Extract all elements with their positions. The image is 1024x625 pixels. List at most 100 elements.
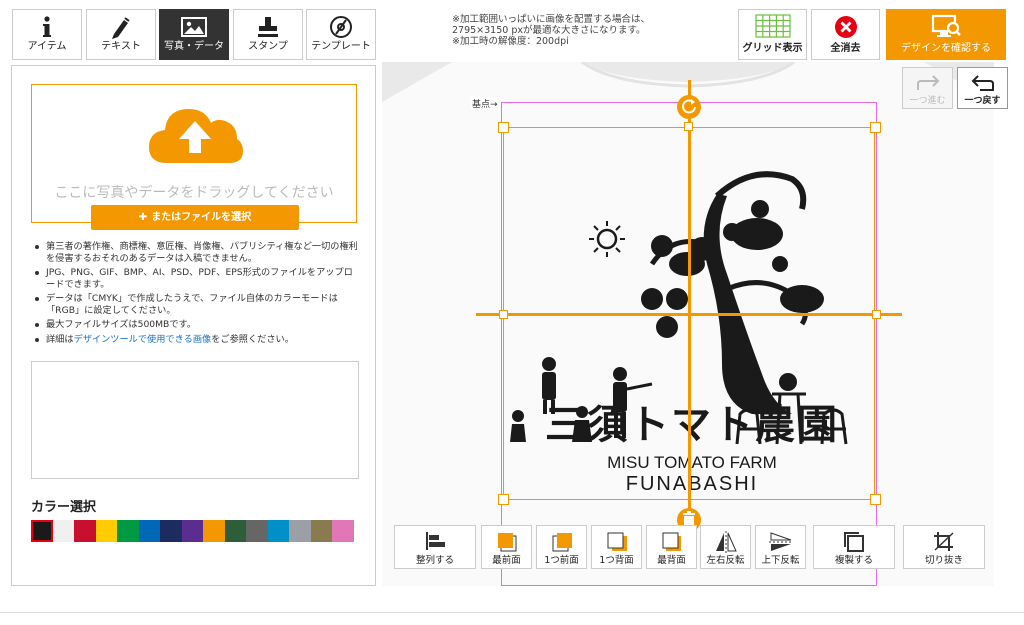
tab-item[interactable]: アイテム xyxy=(12,9,82,60)
drop-text: ここに写真やデータをドラッグしてください xyxy=(54,185,334,201)
stamp-icon xyxy=(234,10,302,40)
grid-toggle-button[interactable]: グリッド表示 xyxy=(738,9,807,60)
grid-icon xyxy=(739,10,806,42)
color-swatch[interactable] xyxy=(138,520,160,542)
color-swatch[interactable] xyxy=(95,520,117,542)
resize-handle[interactable] xyxy=(870,122,881,133)
color-swatch[interactable] xyxy=(160,520,182,542)
color-swatch[interactable] xyxy=(52,520,74,542)
tab-text-label: テキスト xyxy=(101,41,141,52)
color-swatch[interactable] xyxy=(267,520,289,542)
color-swatch[interactable] xyxy=(31,520,53,542)
bring-forward-button[interactable]: 1つ前面 xyxy=(536,525,587,569)
align-button[interactable]: 整列する xyxy=(394,525,476,569)
cloud-upload-icon xyxy=(145,99,245,173)
select-file-button[interactable]: ✚ またはファイルを選択 xyxy=(91,205,299,230)
flip-horizontal-label: 左右反転 xyxy=(706,555,745,566)
list-item: 最大ファイルサイズは500MBです。 xyxy=(32,319,362,331)
send-backward-label: 1つ背面 xyxy=(599,555,634,566)
redo-label: 一つ進む xyxy=(909,96,946,106)
bring-front-label: 最前面 xyxy=(492,555,521,566)
note-prefix: 詳細は xyxy=(46,333,74,345)
list-item: JPG、PNG、GIF、BMP、AI、PSD、PDF、EPS形式のファイルをアッ… xyxy=(32,267,362,290)
color-swatch[interactable] xyxy=(246,520,268,542)
undo-label: 一つ戻す xyxy=(964,96,1001,106)
clear-all-button[interactable]: 全消去 xyxy=(811,9,880,60)
resize-handle[interactable] xyxy=(684,122,693,131)
color-swatch[interactable] xyxy=(181,520,203,542)
color-swatch[interactable] xyxy=(310,520,332,542)
center-line-vertical xyxy=(688,80,691,530)
template-icon xyxy=(307,10,375,40)
tab-stamp-label: スタンプ xyxy=(248,41,288,52)
crop-label: 切り抜き xyxy=(924,555,963,566)
color-swatch[interactable] xyxy=(117,520,139,542)
tab-template[interactable]: テンプレート xyxy=(306,9,376,60)
upload-notes: 第三者の著作権、商標権、意匠権、肖像権、パブリシティ権など一切の権利を侵害するお… xyxy=(32,241,362,348)
design-canvas[interactable]: 三須トマト農園 MISU TOMATO FARM FUNABASHI xyxy=(382,62,994,586)
confirm-design-label: デザインを確認する xyxy=(901,43,991,54)
rotate-icon xyxy=(682,99,696,114)
color-swatch[interactable] xyxy=(203,520,225,542)
basepoint-label: 基点→ xyxy=(470,97,500,110)
bring-front-button[interactable]: 最前面 xyxy=(481,525,532,569)
tab-text[interactable]: テキスト xyxy=(86,9,156,60)
resize-handle[interactable] xyxy=(499,310,508,319)
redo-icon xyxy=(903,68,952,96)
color-swatches xyxy=(31,520,354,542)
footer-divider xyxy=(0,612,1024,613)
list-item: 第三者の著作権、商標権、意匠権、肖像権、パブリシティ権など一切の権利を侵害するお… xyxy=(32,241,362,264)
resize-handle[interactable] xyxy=(498,122,509,133)
rotate-handle[interactable] xyxy=(677,95,701,119)
list-item: データは「CMYK」で作成したうえで、ファイル自体のカラーモードは「RGB」に設… xyxy=(32,293,362,316)
photo-dropzone[interactable]: ここに写真やデータをドラッグしてください ✚ またはファイルを選択 xyxy=(31,84,357,230)
upload-panel: ここに写真やデータをドラッグしてください ✚ またはファイルを選択 第三者の著作権… xyxy=(11,65,376,586)
uploaded-files-box[interactable] xyxy=(31,361,359,479)
color-swatch[interactable] xyxy=(289,520,311,542)
info-icon xyxy=(13,10,81,40)
close-icon xyxy=(812,10,879,42)
resize-handle[interactable] xyxy=(872,310,881,319)
tab-photo-data[interactable]: 写真・データ xyxy=(159,9,229,60)
undo-icon xyxy=(958,68,1007,96)
resolution-notes: ※加工範囲いっぱいに画像を配置する場合は、 2795×3150 pxが最適な大き… xyxy=(452,14,722,47)
clear-all-label: 全消去 xyxy=(830,43,861,54)
usable-images-link[interactable]: デザインツールで使用できる画像 xyxy=(74,334,212,345)
grid-toggle-label: グリッド表示 xyxy=(742,43,803,54)
color-select-title: カラー選択 xyxy=(31,500,97,515)
pen-icon xyxy=(87,10,155,40)
center-line-horizontal xyxy=(476,313,902,316)
resize-handle[interactable] xyxy=(498,494,509,505)
align-label: 整列する xyxy=(415,555,454,566)
resize-handle[interactable] xyxy=(870,494,881,505)
duplicate-button[interactable]: 複製する xyxy=(813,525,895,569)
redo-button[interactable]: 一つ進む xyxy=(902,67,953,109)
crop-button[interactable]: 切り抜き xyxy=(903,525,985,569)
confirm-design-button[interactable]: デザインを確認する xyxy=(886,9,1006,60)
note-suffix: をご参照ください。 xyxy=(211,333,294,345)
note-line: ※加工時の解像度：200dpi xyxy=(452,36,569,47)
flip-vertical-label: 上下反転 xyxy=(761,555,800,566)
duplicate-label: 複製する xyxy=(834,555,873,566)
bring-forward-label: 1つ前面 xyxy=(544,555,579,566)
send-backward-button[interactable]: 1つ背面 xyxy=(591,525,642,569)
color-swatch[interactable] xyxy=(74,520,96,542)
note-line: ※加工範囲いっぱいに画像を配置する場合は、 xyxy=(452,14,650,25)
list-item: 詳細はデザインツールで使用できる画像をご参照ください。 xyxy=(32,334,362,346)
note-line: 2795×3150 pxが最適な大きさになります。 xyxy=(452,25,646,36)
send-back-button[interactable]: 最背面 xyxy=(646,525,697,569)
flip-vertical-button[interactable]: 上下反転 xyxy=(755,525,806,569)
color-swatch[interactable] xyxy=(332,520,354,542)
undo-button[interactable]: 一つ戻す xyxy=(957,67,1008,109)
tab-stamp[interactable]: スタンプ xyxy=(233,9,303,60)
monitor-search-icon xyxy=(886,9,1006,42)
image-icon xyxy=(160,10,228,40)
send-back-label: 最背面 xyxy=(657,555,686,566)
tab-item-label: アイテム xyxy=(27,41,67,52)
color-swatch[interactable] xyxy=(224,520,246,542)
top-toolbar: アイテム テキスト 写真・データ スタンプ テンプレート ※加工範囲いっぱいに画… xyxy=(0,0,1024,64)
plus-icon: ✚ xyxy=(138,212,148,223)
flip-horizontal-button[interactable]: 左右反転 xyxy=(700,525,751,569)
tab-photo-data-label: 写真・データ xyxy=(164,41,224,52)
select-file-label: またはファイルを選択 xyxy=(151,212,252,223)
